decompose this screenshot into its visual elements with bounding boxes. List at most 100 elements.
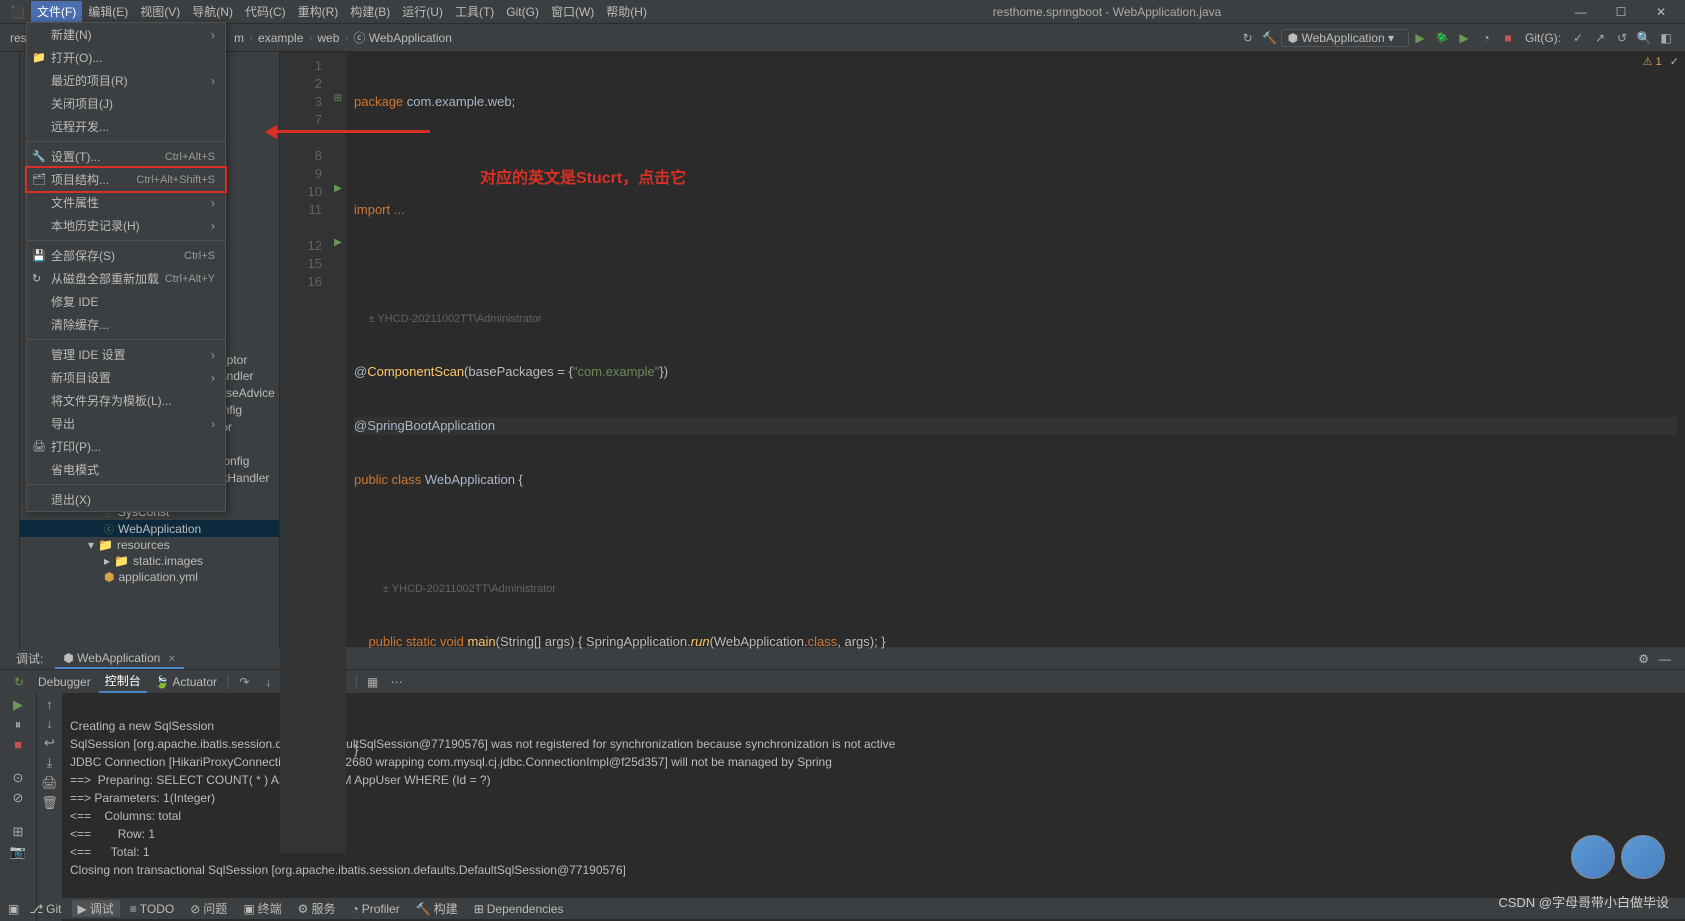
crumb[interactable]: web	[315, 31, 341, 45]
tree-item[interactable]: ▾📁resources	[20, 537, 279, 553]
mi-exit[interactable]: 退出(X)	[27, 488, 225, 511]
step-into-icon[interactable]: ↓	[257, 671, 279, 693]
step-over-icon[interactable]: ↷	[233, 671, 255, 693]
crumb[interactable]: ⓒ WebApplication	[351, 29, 454, 46]
scroll-icon[interactable]: ⤓	[47, 755, 53, 771]
menu-file[interactable]: 文件(F)	[31, 1, 82, 22]
ide-settings-icon[interactable]: ◧	[1655, 27, 1677, 49]
editor-inspection-widget[interactable]: ⚠ 1 ✓	[1643, 55, 1679, 68]
menubar: ⬛ 文件(F) 编辑(E) 视图(V) 导航(N) 代码(C) 重构(R) 构建…	[0, 0, 1685, 24]
maximize-button[interactable]: ☐	[1601, 5, 1641, 19]
mute-icon[interactable]: ⊘	[13, 790, 24, 806]
actuator-tab[interactable]: 🍃 Actuator	[149, 673, 223, 691]
mi-new[interactable]: 新建(N)›	[27, 23, 225, 46]
menu-window[interactable]: 窗口(W)	[545, 1, 600, 22]
view-breakpoints-icon[interactable]: ⊙	[13, 770, 24, 786]
close-icon[interactable]: ✕	[168, 654, 176, 665]
crumb[interactable]: m	[232, 31, 246, 45]
tree-item[interactable]: ⬢application.yml	[20, 569, 279, 585]
terminal-icon: ▣	[243, 902, 254, 916]
line-gutter[interactable]: 1237891011121516	[280, 53, 330, 853]
sb-profiler[interactable]: ◔Profiler	[345, 902, 405, 916]
debugger-tab[interactable]: Debugger	[32, 673, 97, 691]
mi-invalidate-cache[interactable]: 清除缓存...	[27, 313, 225, 336]
menu-edit[interactable]: 编辑(E)	[82, 1, 134, 22]
sb-debug[interactable]: ▶调试	[72, 900, 120, 917]
crumb[interactable]: example	[256, 31, 305, 45]
clear-icon[interactable]: 🗑	[41, 795, 58, 811]
menu-code[interactable]: 代码(C)	[239, 1, 292, 22]
mi-repair-ide[interactable]: 修复 IDE	[27, 290, 225, 313]
coverage-button[interactable]: ▶	[1453, 27, 1475, 49]
mi-file-props[interactable]: 文件属性›	[27, 191, 225, 214]
search-icon[interactable]: 🔍	[1633, 27, 1655, 49]
debug-run-tab[interactable]: ⬢ WebApplication ✕	[55, 649, 184, 669]
wrench-icon: 🔧	[32, 150, 46, 163]
profile-button[interactable]: ◔	[1475, 27, 1497, 49]
floating-assist-buttons[interactable]	[1571, 835, 1665, 879]
run-config-select[interactable]: ⬢ WebApplication ▾	[1281, 29, 1409, 47]
tree-item[interactable]: ⓒWebApplication	[20, 520, 279, 537]
sb-todo[interactable]: ≡TODO	[124, 902, 180, 916]
folder-icon: 📁	[114, 554, 129, 568]
sb-git[interactable]: ⎇Git	[23, 902, 67, 916]
mi-export[interactable]: 导出›	[27, 412, 225, 435]
menu-view[interactable]: 视图(V)	[134, 1, 186, 22]
reload-icon[interactable]: ↻	[1237, 27, 1259, 49]
menu-run[interactable]: 运行(U)	[396, 1, 449, 22]
mi-save-template[interactable]: 将文件另存为模板(L)...	[27, 389, 225, 412]
menu-tools[interactable]: 工具(T)	[449, 1, 500, 22]
sb-terminal[interactable]: ▣终端	[237, 900, 287, 917]
sb-dependencies[interactable]: ⊞Dependencies	[468, 902, 570, 916]
up-icon[interactable]: ↑	[46, 697, 53, 712]
mi-open[interactable]: 📁打开(O)...	[27, 46, 225, 69]
menu-help[interactable]: 帮助(H)	[600, 1, 653, 22]
mi-remote-dev[interactable]: 远程开发...	[27, 115, 225, 138]
git-history-icon[interactable]: ↺	[1611, 27, 1633, 49]
menu-git[interactable]: Git(G)	[500, 3, 545, 21]
tool-window-icon[interactable]: ▣	[8, 902, 19, 916]
print-icon[interactable]: 🖨	[41, 775, 58, 791]
git-update-icon[interactable]: ✓	[1567, 27, 1589, 49]
mi-close-project[interactable]: 关闭项目(J)	[27, 92, 225, 115]
minimize-button[interactable]: —	[1561, 5, 1601, 19]
sb-build[interactable]: 🔨构建	[410, 900, 464, 917]
rerun-icon[interactable]: ↻	[8, 671, 30, 693]
menu-build[interactable]: 构建(B)	[344, 1, 396, 22]
sb-services[interactable]: ⚙服务	[292, 900, 342, 917]
mi-settings[interactable]: 🔧设置(T)...Ctrl+Alt+S	[27, 145, 225, 168]
sb-problems[interactable]: ⊘问题	[184, 900, 233, 917]
tree-item[interactable]: ▸📁static.images	[20, 553, 279, 569]
stop-icon[interactable]: ■	[14, 737, 22, 752]
layout-icon[interactable]: ⊞	[13, 824, 24, 840]
run-gutter-icon[interactable]: ▶	[330, 237, 346, 255]
services-icon: ⚙	[298, 902, 309, 916]
warning-badge[interactable]: ⚠ 1	[1643, 55, 1662, 68]
mi-project-structure[interactable]: 🗂项目结构...Ctrl+Alt+Shift+S	[25, 166, 227, 193]
resume-icon[interactable]: ▶	[13, 697, 23, 713]
menu-refactor[interactable]: 重构(R)	[292, 1, 345, 22]
mi-manage-ide[interactable]: 管理 IDE 设置›	[27, 343, 225, 366]
mi-save-all[interactable]: 💾全部保存(S)Ctrl+S	[27, 244, 225, 267]
wrap-icon[interactable]: ↩	[44, 735, 55, 751]
stop-button[interactable]: ■	[1497, 27, 1519, 49]
mi-reload[interactable]: ↻从磁盘全部重新加载Ctrl+Alt+Y	[27, 267, 225, 290]
camera-icon[interactable]: 📷	[10, 844, 26, 860]
down-icon[interactable]: ↓	[46, 716, 53, 731]
run-button[interactable]: ▶	[1409, 27, 1431, 49]
menu-navigate[interactable]: 导航(N)	[186, 1, 239, 22]
mi-local-history[interactable]: 本地历史记录(H)›	[27, 214, 225, 237]
mi-power-save[interactable]: 省电模式	[27, 458, 225, 481]
debug-button[interactable]: 🪲	[1431, 27, 1453, 49]
file-menu-dropdown: 新建(N)› 📁打开(O)... 最近的项目(R)› 关闭项目(J) 远程开发.…	[26, 22, 226, 512]
git-push-icon[interactable]: ↗	[1589, 27, 1611, 49]
mi-print[interactable]: 🖨打印(P)...	[27, 435, 225, 458]
gutter-icons[interactable]: ⊞▶▶	[330, 53, 346, 853]
mi-new-project-settings[interactable]: 新项目设置›	[27, 366, 225, 389]
console-tab[interactable]: 控制台	[99, 670, 147, 693]
mi-recent[interactable]: 最近的项目(R)›	[27, 69, 225, 92]
run-gutter-icon[interactable]: ▶	[330, 183, 346, 201]
close-button[interactable]: ✕	[1641, 5, 1681, 19]
pause-icon[interactable]: ⏸	[15, 717, 22, 733]
hammer-icon[interactable]: 🔨	[1259, 27, 1281, 49]
